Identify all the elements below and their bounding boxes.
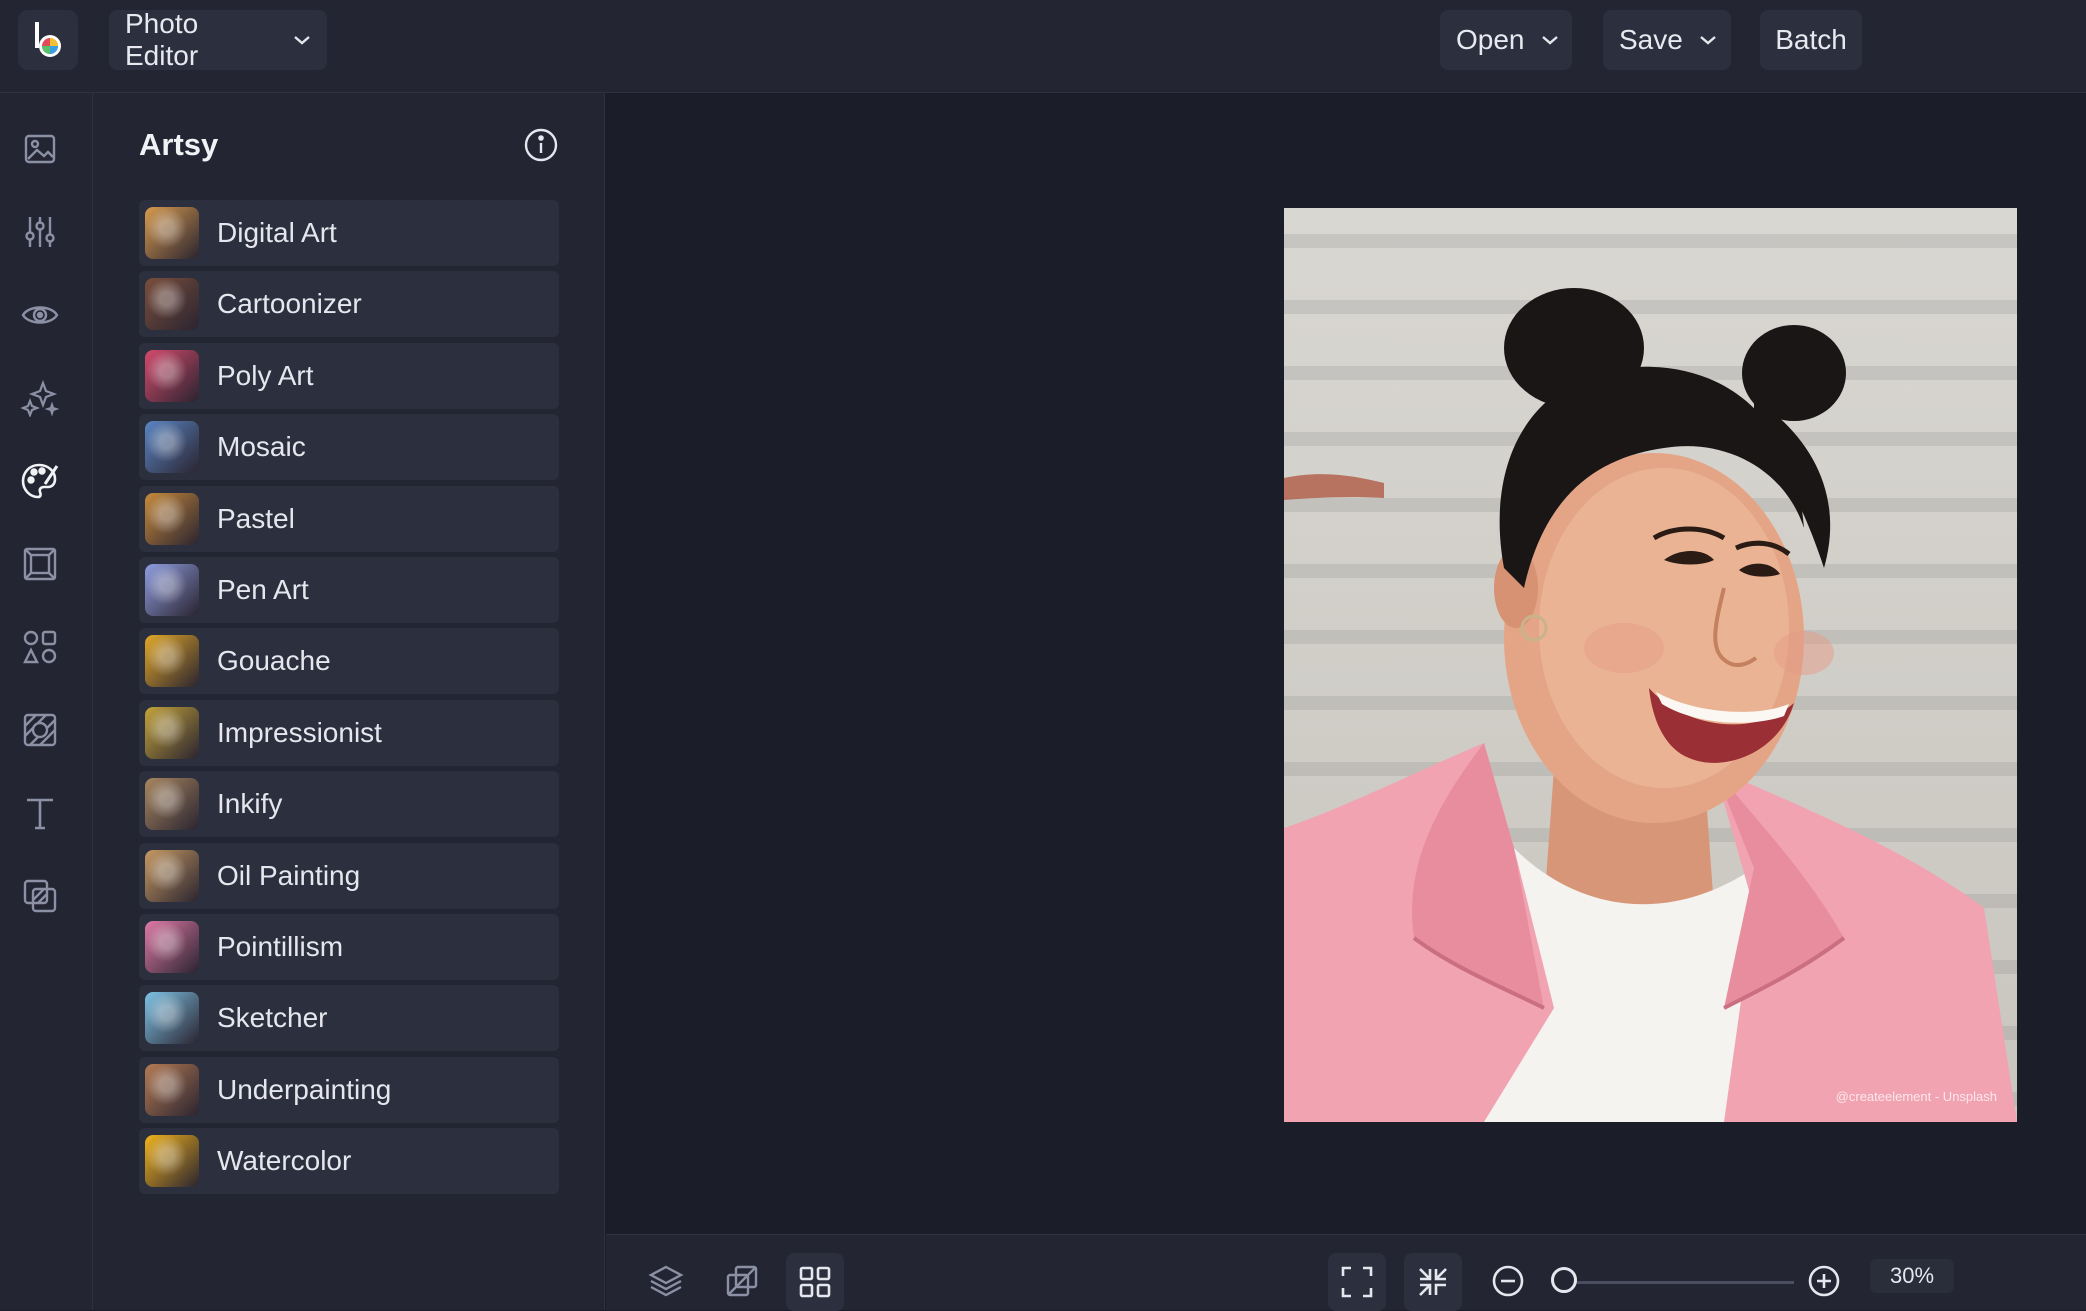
photo-credit: @createelement - Unsplash bbox=[1835, 1089, 1997, 1104]
chevron-down-icon bbox=[293, 34, 311, 46]
chevron-down-icon bbox=[1541, 34, 1559, 46]
effect-label: Watercolor bbox=[217, 1145, 352, 1177]
artsy-panel: Artsy Digital Art Cartoonizer Poly Art Mosa… bbox=[93, 93, 605, 1310]
effect-label: Underpainting bbox=[217, 1073, 392, 1105]
portrait-illustration bbox=[1284, 288, 2017, 1122]
zoom-slider-thumb[interactable] bbox=[1551, 1267, 1577, 1293]
effect-item[interactable]: Oil Painting bbox=[139, 842, 559, 909]
effect-thumbnail bbox=[145, 1135, 199, 1188]
effect-thumbnail bbox=[145, 778, 199, 831]
panel-title: Artsy bbox=[139, 127, 219, 162]
save-button[interactable]: Save bbox=[1603, 10, 1731, 70]
app-logo[interactable] bbox=[18, 10, 78, 70]
crop-compare-icon[interactable] bbox=[720, 1259, 764, 1303]
actual-size-button[interactable] bbox=[1404, 1253, 1462, 1311]
batch-label: Batch bbox=[1775, 24, 1847, 55]
shapes-icon[interactable] bbox=[20, 627, 60, 667]
top-bar: Photo Editor Open Save Batch bbox=[0, 0, 2086, 93]
photo-editor-label: Photo Editor bbox=[125, 8, 199, 71]
effect-label: Gouache bbox=[217, 645, 331, 677]
tool-rail bbox=[0, 93, 93, 1310]
effect-item[interactable]: Pointillism bbox=[139, 913, 559, 980]
logo-icon bbox=[35, 22, 61, 57]
effect-item[interactable]: Underpainting bbox=[139, 1056, 559, 1123]
layers-icon[interactable] bbox=[644, 1259, 688, 1303]
info-icon[interactable] bbox=[523, 127, 559, 163]
sparkles-icon[interactable] bbox=[20, 378, 60, 418]
effect-item[interactable]: Sketcher bbox=[139, 985, 559, 1052]
effect-thumbnail bbox=[145, 635, 199, 688]
chevron-down-icon bbox=[1699, 34, 1717, 46]
effect-thumbnail bbox=[145, 492, 199, 545]
overlay-icon[interactable] bbox=[20, 876, 60, 916]
effect-label: Mosaic bbox=[217, 431, 306, 463]
effect-label: Pointillism bbox=[217, 930, 344, 962]
effect-thumbnail bbox=[145, 563, 199, 616]
effect-label: Digital Art bbox=[217, 217, 337, 248]
sliders-icon[interactable] bbox=[20, 212, 60, 252]
zoom-out-icon[interactable] bbox=[1486, 1259, 1530, 1303]
batch-button[interactable]: Batch bbox=[1760, 10, 1862, 70]
effect-thumbnail bbox=[145, 706, 199, 759]
effect-label: Poly Art bbox=[217, 359, 314, 391]
grid-view-button[interactable] bbox=[786, 1253, 844, 1311]
effect-label: Pastel bbox=[217, 502, 295, 534]
zoom-slider-track[interactable] bbox=[1564, 1281, 1794, 1284]
open-label: Open bbox=[1456, 24, 1525, 55]
effect-label: Inkify bbox=[217, 788, 283, 820]
effect-thumbnail bbox=[145, 349, 199, 402]
image-icon[interactable] bbox=[20, 129, 60, 169]
effect-item[interactable]: Pen Art bbox=[139, 556, 559, 623]
effect-thumbnail bbox=[145, 278, 199, 331]
effect-thumbnail bbox=[145, 920, 199, 973]
effect-item[interactable]: Watercolor bbox=[139, 1128, 559, 1195]
photo-editor-menu-button[interactable]: Photo Editor bbox=[109, 8, 327, 71]
effect-item[interactable]: Cartoonizer bbox=[139, 271, 559, 338]
texture-icon[interactable] bbox=[20, 710, 60, 750]
effect-item[interactable]: Impressionist bbox=[139, 699, 559, 766]
effect-thumbnail bbox=[145, 849, 199, 902]
fit-to-screen-button[interactable] bbox=[1328, 1253, 1386, 1311]
photo-preview[interactable]: @createelement - Unsplash bbox=[1284, 208, 2017, 1122]
grid-icon bbox=[799, 1266, 831, 1298]
effect-item[interactable]: Gouache bbox=[139, 628, 559, 695]
frame-icon[interactable] bbox=[20, 544, 60, 584]
effect-label: Oil Painting bbox=[217, 859, 361, 891]
effect-item[interactable]: Pastel bbox=[139, 485, 559, 552]
effect-thumbnail bbox=[145, 992, 199, 1045]
collapse-icon bbox=[1419, 1268, 1447, 1296]
effect-item[interactable]: Inkify bbox=[139, 771, 559, 838]
zoom-level-readout: 30% bbox=[1870, 1259, 1954, 1293]
effect-thumbnail bbox=[145, 421, 199, 474]
zoom-in-icon[interactable] bbox=[1802, 1259, 1846, 1303]
effect-thumbnail bbox=[145, 1063, 199, 1116]
bottom-toolbar: 30% bbox=[606, 1234, 2086, 1311]
effect-label: Cartoonizer bbox=[217, 288, 362, 320]
effect-item[interactable]: Digital Art bbox=[139, 200, 559, 266]
effect-list: Digital Art Cartoonizer Poly Art Mosaic Past… bbox=[139, 200, 559, 1199]
effect-thumbnail bbox=[145, 207, 199, 259]
expand-icon bbox=[1341, 1266, 1373, 1298]
effect-item[interactable]: Poly Art bbox=[139, 342, 559, 409]
palette-icon[interactable] bbox=[20, 461, 60, 501]
open-button[interactable]: Open bbox=[1440, 10, 1572, 70]
effect-label: Sketcher bbox=[217, 1002, 328, 1034]
text-icon[interactable] bbox=[20, 793, 60, 833]
effect-item[interactable]: Mosaic bbox=[139, 414, 559, 481]
effect-label: Pen Art bbox=[217, 573, 309, 605]
effect-label: Impressionist bbox=[217, 716, 382, 748]
eye-icon[interactable] bbox=[20, 295, 60, 335]
save-label: Save bbox=[1619, 24, 1683, 55]
